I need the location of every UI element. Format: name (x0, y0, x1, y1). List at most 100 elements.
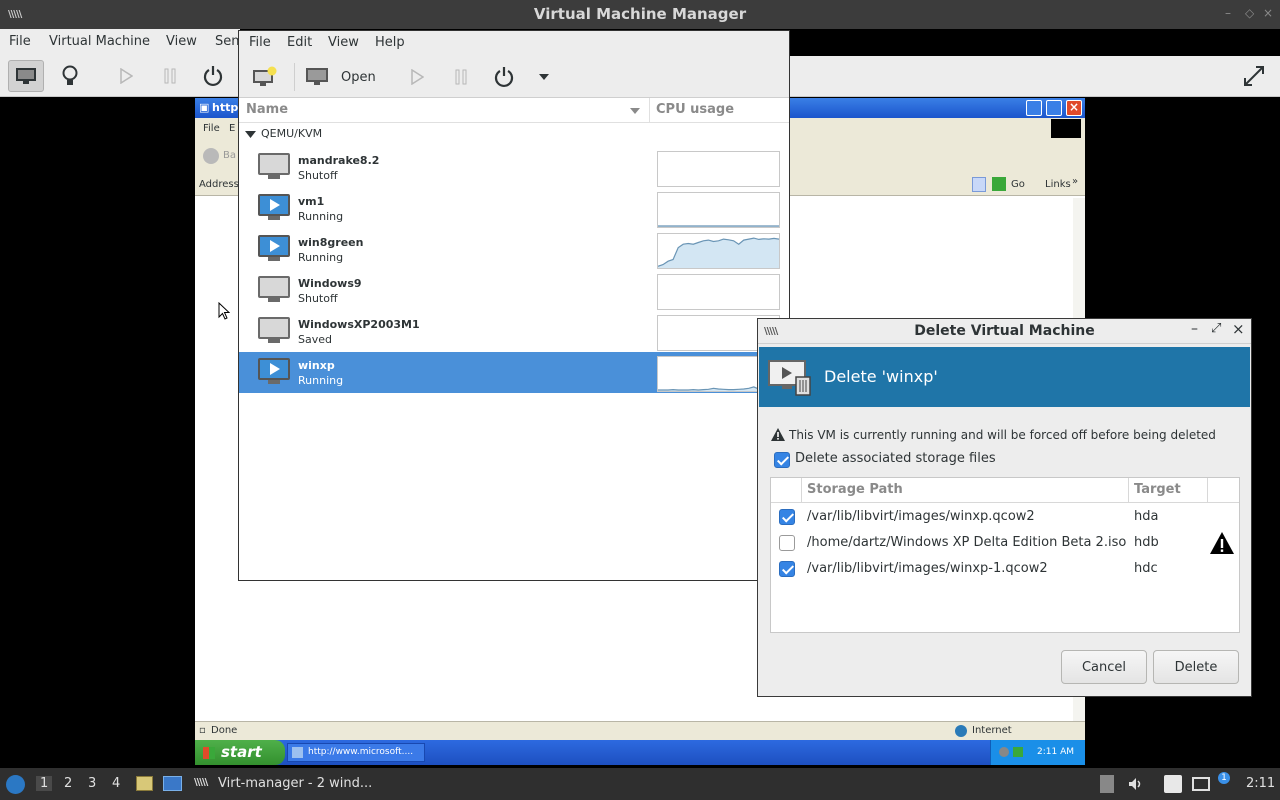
storage-row[interactable]: /var/lib/libvirt/images/winxp-1.qcow2 hdc (771, 556, 1239, 582)
menu-view[interactable]: View (166, 34, 197, 49)
tray-icon[interactable] (999, 747, 1009, 757)
chevron-down-icon (539, 74, 549, 80)
delete-button[interactable]: Delete (1153, 650, 1239, 684)
connection-group-row[interactable]: QEMU/KVM (239, 123, 789, 147)
vm-row[interactable]: winxp Running (239, 352, 789, 393)
dialog-window-title: Delete Virtual Machine (914, 323, 1095, 339)
menu-virtual-machine[interactable]: Virtual Machine (49, 34, 150, 49)
pause-icon (455, 69, 467, 85)
guest-menu-edit[interactable]: E (229, 123, 235, 134)
guest-start-button[interactable]: start (195, 740, 285, 765)
guest-restore-button[interactable] (1046, 100, 1062, 116)
shutdown-button[interactable] (195, 60, 231, 92)
taskbar-button-virt-manager[interactable]: \\\\\ Virt-manager - 2 wind... (190, 770, 390, 798)
column-divider (801, 478, 802, 503)
close-icon[interactable]: × (1263, 6, 1273, 20)
dialog-minimize-icon[interactable]: – (1191, 321, 1198, 337)
power-icon (203, 66, 223, 87)
sort-chevron-icon[interactable] (629, 107, 641, 115)
play-icon (120, 68, 133, 84)
clipboard-icon[interactable] (1164, 775, 1182, 793)
fullscreen-button[interactable] (1236, 60, 1272, 92)
menu-file[interactable]: File (9, 34, 31, 49)
menu-send-key[interactable]: Sen (215, 34, 240, 49)
open-label: Open (341, 69, 376, 85)
column-cpu-header[interactable]: CPU usage (656, 102, 734, 117)
workspace-3[interactable]: 3 (88, 776, 96, 791)
storage-checkbox[interactable] (779, 535, 795, 551)
notification-badge[interactable]: 1 (1218, 772, 1230, 784)
manager-menu-view[interactable]: View (328, 35, 359, 50)
manager-menu-help[interactable]: Help (375, 35, 405, 50)
open-button[interactable]: Open (305, 61, 376, 93)
dialog-maximize-icon[interactable]: ⤢ (1211, 321, 1221, 336)
vm-name: mandrake8.2 (298, 154, 380, 167)
storage-path: /var/lib/libvirt/images/winxp.qcow2 (807, 509, 1035, 524)
workspace-4[interactable]: 4 (112, 776, 120, 791)
expander-icon[interactable] (245, 131, 256, 139)
console-view-button[interactable] (8, 60, 44, 92)
shutdown-menu-button[interactable] (526, 61, 562, 93)
lightbulb-icon (62, 65, 78, 85)
column-name-header[interactable]: Name (246, 102, 288, 117)
network-icon[interactable] (1013, 747, 1023, 757)
target-header[interactable]: Target (1134, 482, 1181, 497)
vm-manager-window: File Edit View Help Open Name CPU usage (238, 30, 790, 581)
delete-storage-checkbox[interactable] (774, 452, 790, 468)
guest-task-label: http://www.microsoft.... (308, 747, 414, 757)
manager-pause-button[interactable] (443, 61, 479, 93)
guest-menu-file[interactable]: File (203, 123, 220, 134)
monitor-tray-icon[interactable] (1192, 777, 1210, 791)
pause-button[interactable] (152, 60, 188, 92)
globe-icon (955, 725, 967, 737)
guest-browser-title: http (212, 101, 239, 114)
storage-checkbox[interactable] (779, 561, 795, 577)
connection-label: QEMU/KVM (261, 127, 323, 140)
new-vm-icon (253, 66, 277, 86)
guest-close-button[interactable]: × (1066, 100, 1082, 116)
vm-row[interactable]: Windows9 Shutoff (239, 270, 789, 311)
cancel-button[interactable]: Cancel (1061, 650, 1147, 684)
manager-shutdown-button[interactable] (486, 61, 522, 93)
guest-minimize-button[interactable] (1026, 100, 1042, 116)
storage-path-header[interactable]: Storage Path (807, 482, 903, 497)
panel-clock[interactable]: 2:11 (1246, 776, 1275, 791)
vm-row[interactable]: WindowsXP2003M1 Saved (239, 311, 789, 352)
storage-row[interactable]: /var/lib/libvirt/images/winxp.qcow2 hda (771, 504, 1239, 530)
dialog-close-icon[interactable]: × (1232, 320, 1245, 338)
workspace-2[interactable]: 2 (64, 776, 72, 791)
maximize-icon[interactable]: ◇ (1245, 6, 1254, 20)
show-desktop-icon[interactable] (163, 776, 182, 791)
manager-menu-edit[interactable]: Edit (287, 35, 312, 50)
storage-checkbox[interactable] (779, 509, 795, 525)
ie-icon: ▣ (199, 101, 210, 114)
minimize-icon[interactable]: – (1225, 6, 1231, 20)
volume-icon[interactable] (1128, 776, 1144, 792)
vm-row[interactable]: mandrake8.2 Shutoff (239, 147, 789, 188)
chevron-right-icon[interactable]: » (1072, 176, 1078, 187)
run-button[interactable] (108, 60, 144, 92)
go-button[interactable]: Go (1011, 179, 1025, 190)
manager-run-button[interactable] (399, 61, 435, 93)
file-manager-icon[interactable] (136, 776, 153, 791)
vm-status: Shutoff (298, 169, 338, 182)
vm-row[interactable]: win8green Running (239, 229, 789, 270)
guest-task-button[interactable]: http://www.microsoft.... (287, 743, 425, 762)
workspace-1[interactable]: 1 (36, 776, 53, 791)
details-button[interactable] (52, 60, 88, 92)
vm-running-icon (258, 358, 290, 386)
manager-menu-file[interactable]: File (249, 35, 271, 50)
address-dropdown-icon[interactable] (972, 177, 986, 192)
new-vm-button[interactable] (247, 61, 283, 93)
storage-row[interactable]: /home/dartz/Windows XP Delta Edition Bet… (771, 530, 1239, 556)
links-label[interactable]: Links (1045, 179, 1071, 190)
eject-icon[interactable] (1100, 775, 1114, 793)
guest-system-tray: 2:11 AM (990, 740, 1085, 765)
vm-stopped-icon (258, 276, 290, 304)
go-arrow-icon[interactable] (992, 177, 1006, 191)
vm-row[interactable]: vm1 Running (239, 188, 789, 229)
app-menu-icon[interactable] (6, 775, 25, 794)
storage-target: hdc (1134, 561, 1158, 576)
back-arrow-icon[interactable] (203, 148, 219, 164)
vm-status: Running (298, 374, 344, 387)
